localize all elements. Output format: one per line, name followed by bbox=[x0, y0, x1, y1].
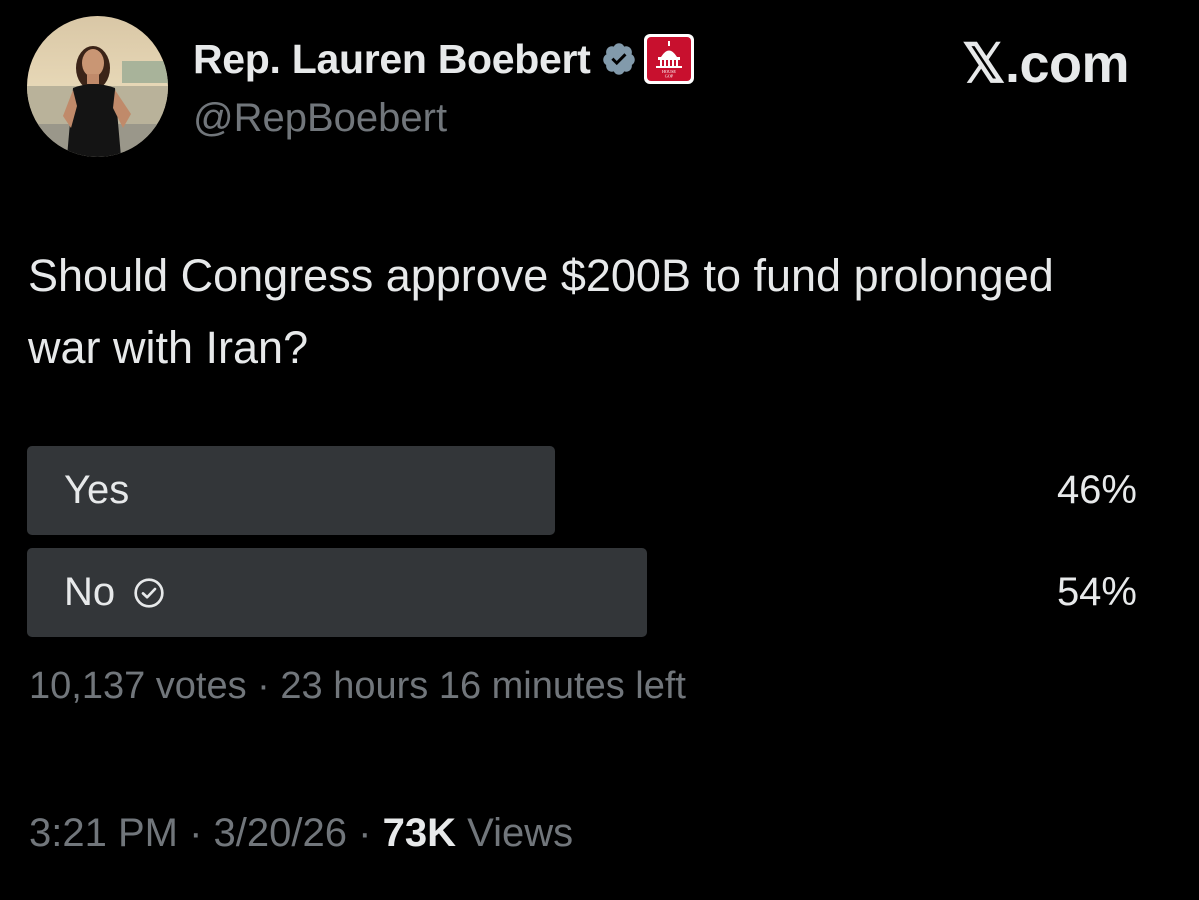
tweet-text: Should Congress approve $200B to fund pr… bbox=[28, 250, 1054, 373]
capitol-icon: HOUSE GOP bbox=[646, 37, 691, 81]
separator: · bbox=[358, 811, 372, 855]
tweet-date[interactable]: 3/20/26 bbox=[214, 811, 347, 855]
tweet-time[interactable]: 3:21 PM bbox=[29, 811, 178, 855]
author-display-name[interactable]: Rep. Lauren Boebert bbox=[193, 36, 591, 83]
poll-meta: 10,137 votes · 23 hours 16 minutes left bbox=[29, 665, 686, 708]
poll-votes: 10,137 votes bbox=[29, 665, 247, 707]
separator: · bbox=[189, 811, 203, 855]
svg-text:GOP: GOP bbox=[664, 74, 673, 79]
separator: · bbox=[257, 665, 270, 707]
avatar[interactable] bbox=[27, 16, 168, 157]
views-count[interactable]: 73K bbox=[383, 811, 456, 855]
views-label[interactable]: Views bbox=[467, 811, 573, 855]
poll-option-percent: 54% bbox=[1056, 570, 1137, 614]
poll-option-label-text: Yes bbox=[64, 468, 130, 512]
poll-option-label: Yes bbox=[64, 446, 129, 535]
poll-option-percent: 46% bbox=[1056, 468, 1137, 512]
poll-time-left: 23 hours 16 minutes left bbox=[280, 665, 686, 707]
verified-badge-icon[interactable] bbox=[601, 41, 637, 77]
house-gop-badge[interactable]: HOUSE GOP bbox=[643, 34, 694, 84]
poll-option-yes: Yes 46% bbox=[27, 446, 1137, 535]
author-handle[interactable]: @RepBoebert bbox=[193, 96, 447, 141]
author-name-row: Rep. Lauren Boebert HOUSE GOP bbox=[193, 34, 694, 84]
tweet-footer: 3:21 PM · 3/20/26 · 73K Views bbox=[29, 811, 573, 856]
poll-option-label-text: No bbox=[64, 570, 116, 614]
poll-option-label: No bbox=[64, 548, 165, 637]
poll-option-no: No 54% bbox=[27, 548, 1137, 637]
brand-label: 𝕏.com bbox=[962, 34, 1130, 94]
avatar-photo bbox=[27, 16, 168, 157]
check-circle-icon bbox=[134, 577, 164, 608]
